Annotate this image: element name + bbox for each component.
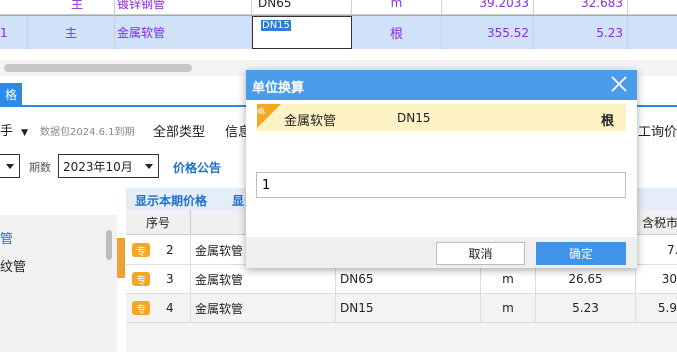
row-tax-price: 30: [661, 272, 677, 286]
period-select[interactable]: 2023年10月: [58, 154, 159, 178]
name-cell: 金属软管: [115, 16, 252, 49]
header-tax-price: 含税市: [636, 210, 677, 235]
row-price: 5.23: [536, 294, 636, 322]
row-index: 2: [166, 236, 191, 264]
special-tag-badge: 专: [132, 243, 150, 258]
cancel-button[interactable]: 取消: [436, 242, 525, 265]
price2-cell: 5.23: [534, 16, 628, 49]
special-tag-badge: 专: [132, 301, 150, 316]
row-tax-price: 5.9: [657, 301, 677, 315]
row-spec: DN65: [336, 265, 481, 293]
row-partial: [0, 49, 677, 60]
row-unit: m: [481, 294, 536, 322]
header-index: 序号: [126, 210, 191, 235]
dialog-item-spec: DN15: [397, 111, 431, 125]
price1-cell: 39.2033: [442, 0, 534, 14]
collapse-handle[interactable]: [117, 238, 125, 278]
package-note: 数据包2024.6.1到期: [40, 127, 135, 138]
row-spec: DN15: [336, 294, 481, 322]
spec-cell: DN65: [252, 0, 352, 14]
row-name: 金属软管: [191, 294, 336, 322]
horizontal-scrollbar-thumb[interactable]: [4, 64, 192, 72]
row-name: 金属软管: [191, 265, 336, 293]
subtab-other[interactable]: 显: [232, 192, 244, 209]
spec-selected-text: DN15: [261, 20, 291, 31]
assistant-menu[interactable]: 手 ▼: [0, 120, 28, 139]
tree-item-corrugated[interactable]: 纹管: [0, 256, 26, 275]
tab-price[interactable]: 格: [0, 83, 22, 105]
col-a-cell: 主: [0, 0, 115, 14]
table-row[interactable]: 专 3 金属软管 DN65 m 26.65 30: [126, 265, 677, 294]
row-index: 3: [166, 265, 191, 293]
confirm-button[interactable]: 确定: [536, 242, 626, 265]
table-row[interactable]: 专 4 金属软管 DN15 m 5.23 5.9: [126, 294, 677, 323]
table-bottom-strip: [126, 323, 677, 352]
period-value: 2023年10月: [63, 159, 133, 174]
name-cell: 镀锌钢管: [115, 0, 252, 14]
row-price: 26.65: [536, 265, 636, 293]
subtab-current-price[interactable]: 显示本期价格: [135, 192, 207, 209]
row-tax-price: 7.4: [667, 243, 677, 257]
chevron-down-icon: [145, 164, 153, 169]
category-tree: [0, 215, 117, 352]
spec-edit-cell[interactable]: DN15: [252, 16, 352, 49]
region-select[interactable]: [0, 154, 20, 178]
table-row-selected[interactable]: 1 主 金属软管 DN15 根 355.52 5.23: [0, 15, 677, 50]
price-notice-link[interactable]: 价格公告: [173, 159, 221, 176]
all-types-button[interactable]: 全部类型: [153, 121, 205, 140]
close-icon[interactable]: [609, 74, 629, 94]
row-unit: m: [481, 265, 536, 293]
inquiry-button[interactable]: 工询价: [638, 121, 677, 140]
col-a-cell: 主: [28, 16, 115, 49]
tree-item-pipe[interactable]: 管: [0, 228, 13, 247]
chevron-down-icon: ▼: [21, 128, 29, 138]
table-row[interactable]: 主 镀锌钢管 DN65 m 39.2033 32.683: [0, 0, 677, 15]
dialog-title-bar: [246, 70, 637, 100]
conversion-factor-input[interactable]: [256, 172, 626, 198]
price2-cell: 32.683: [534, 0, 628, 14]
unit-cell: 根: [352, 16, 442, 49]
special-tag-badge: 专: [132, 272, 150, 287]
price1-cell: 355.52: [442, 16, 534, 49]
dialog-item-unit: 根: [601, 114, 615, 129]
assistant-label: 手: [0, 124, 14, 139]
row-index: 4: [166, 294, 191, 322]
dialog-item-name: 金属软管: [284, 114, 337, 129]
unit-cell: m: [352, 0, 442, 14]
row-index: 1: [0, 16, 28, 49]
tree-scrollbar-thumb[interactable]: [106, 230, 112, 260]
chevron-down-icon: [6, 164, 14, 169]
period-label: 期数: [29, 161, 51, 174]
dialog-title: 单位换算: [252, 81, 305, 96]
